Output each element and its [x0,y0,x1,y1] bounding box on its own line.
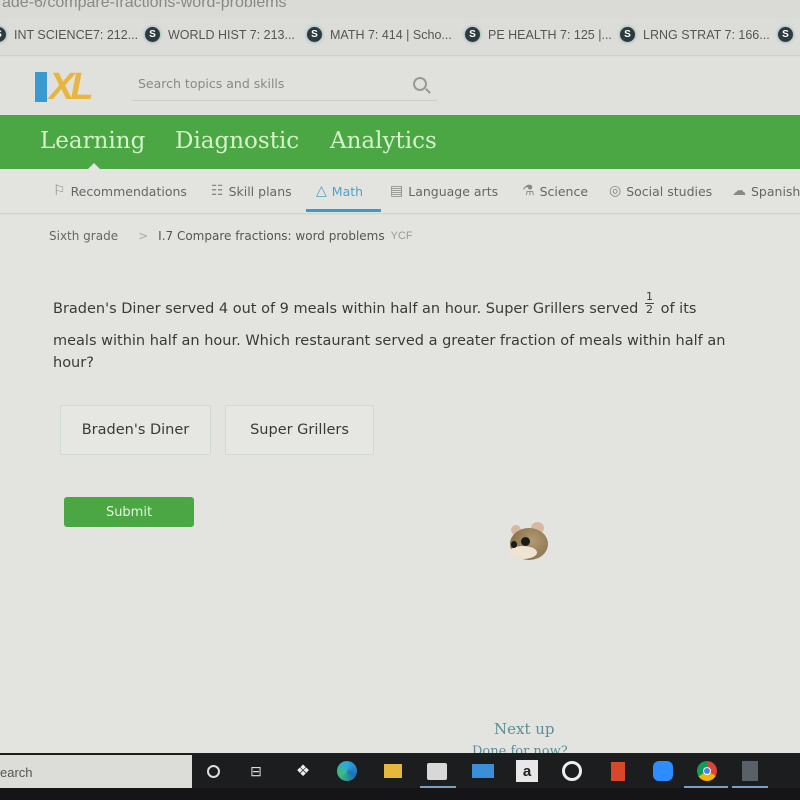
answer-super-grillers[interactable]: Super Grillers [225,405,374,455]
bookmark-math[interactable]: S MATH 7: 414 | Scho... [307,27,452,42]
search-input[interactable] [138,76,398,91]
url-text: ade-6/compare-fractions-word-problems [2,0,287,11]
dropbox-icon[interactable]: ❖ [290,758,316,784]
tab-social-studies[interactable]: ◎ Social studies [609,183,712,199]
breadcrumb-skill: I.7 Compare fractions: word problems [158,229,385,243]
tab-skill-plans[interactable]: ☷ Skill plans [211,183,292,199]
schoology-icon: S [307,27,322,42]
zoom-icon[interactable] [650,758,676,784]
next-up-heading: Next up [494,720,555,738]
tab-label: Skill plans [228,183,292,199]
signpost-icon: ⚐ [53,183,66,199]
nav-analytics[interactable]: Analytics [330,128,437,154]
bookmark-lrng-strat[interactable]: S LRNG STRAT 7: 166... [620,27,770,42]
breadcrumb-grade[interactable]: Sixth grade [49,229,118,243]
bookmark-label: LRNG STRAT 7: 166... [643,27,770,42]
mail-icon[interactable] [470,758,496,784]
fraction-numerator: 1 [644,289,654,304]
fraction-denominator: 2 [645,302,653,316]
tab-label: Spanish [751,183,800,199]
question-text: Braden's Diner served 4 out of 9 meals w… [53,289,798,379]
bookmark-label: WORLD HIST 7: 213... [168,27,295,42]
schoology-icon: S [145,27,160,42]
question-line2: meals within half an hour. Which restaur… [53,333,726,349]
active-tab-indicator [306,209,381,212]
bookmark-pe-health[interactable]: S PE HEALTH 7: 125 |... [465,27,612,42]
tab-label: Math [331,183,364,199]
submit-button[interactable]: Submit [64,497,194,527]
ixl-logo[interactable]: XL [35,66,117,108]
search-bar[interactable] [132,71,437,101]
calculator-icon[interactable] [737,758,763,784]
schoology-icon: S [0,27,6,42]
bookmark-world-hist[interactable]: S WORLD HIST 7: 213... [145,27,295,42]
globe-icon: ◎ [609,183,622,199]
chrome-icon[interactable] [694,758,720,784]
tab-label: Recommendations [70,183,187,199]
tab-label: Science [539,183,589,199]
checklist-icon: ☷ [211,183,224,199]
breadcrumb-separator: > [138,229,149,243]
bookmark-int-science[interactable]: S INT SCIENCE7: 212... [0,27,138,42]
bookmark-label: INT SCIENCE7: 212... [14,27,139,42]
bookmark-more[interactable]: S [778,27,800,42]
flask-icon: ⚗ [522,183,535,199]
fraction: 1 2 [644,289,654,316]
address-bar[interactable]: ade-6/compare-fractions-word-problems [0,0,800,18]
taskbar-search[interactable]: earch [0,755,192,791]
cortana-icon[interactable] [200,758,226,784]
question-line3: hour? [53,355,94,371]
question-part1: Braden's Diner served 4 out of 9 meals w… [53,301,639,317]
question-part2-start: of its [660,301,697,317]
schoology-icon: S [778,27,793,42]
nav-diagnostic[interactable]: Diagnostic [175,128,299,154]
tab-math[interactable]: △ Math [316,183,363,199]
pyramid-icon: △ [316,183,327,199]
answer-bradens-diner[interactable]: Braden's Diner [60,405,211,455]
search-icon[interactable] [413,77,427,91]
tab-science[interactable]: ⚗ Science [522,183,588,199]
nav-learning[interactable]: Learning [40,128,145,171]
skill-code: YCF [390,230,413,242]
tab-language-arts[interactable]: ▤ Language arts [390,183,498,199]
practice-area: Sixth grade > I.7 Compare fractions: wor… [0,215,800,755]
speech-bubbles-icon: ☁ [732,183,746,199]
bookmarks-bar: S INT SCIENCE7: 212... S WORLD HIST 7: 2… [0,18,800,56]
breadcrumb: Sixth grade > I.7 Compare fractions: wor… [49,229,413,243]
tab-label: Language arts [408,183,499,199]
subject-nav: ⚐ Recommendations ☷ Skill plans △ Math ▤… [0,169,800,373]
store-icon[interactable] [424,758,450,784]
ixl-header: XL [0,57,800,115]
main-nav: Learning Diagnostic Analytics [0,115,800,171]
schoology-icon: S [620,27,635,42]
amazon-icon[interactable]: a [516,760,538,782]
file-explorer-icon[interactable] [380,758,406,784]
bookmark-label: MATH 7: 414 | Scho... [330,27,452,42]
mascot-hamster-icon [507,522,549,560]
app-icon[interactable] [559,758,585,784]
book-icon: ▤ [390,183,404,199]
taskbar-search-text: earch [0,765,33,780]
schoology-icon: S [465,27,480,42]
tab-spanish[interactable]: ☁ Spanish [732,183,800,199]
edge-icon[interactable] [334,758,360,784]
task-view-icon[interactable]: ⊟ [243,758,269,784]
bookmark-label: PE HEALTH 7: 125 |... [488,27,612,42]
screen-bezel [0,788,800,800]
tab-recommendations[interactable]: ⚐ Recommendations [53,183,187,199]
tab-label: Social studies [626,183,713,199]
office-icon[interactable] [605,758,631,784]
